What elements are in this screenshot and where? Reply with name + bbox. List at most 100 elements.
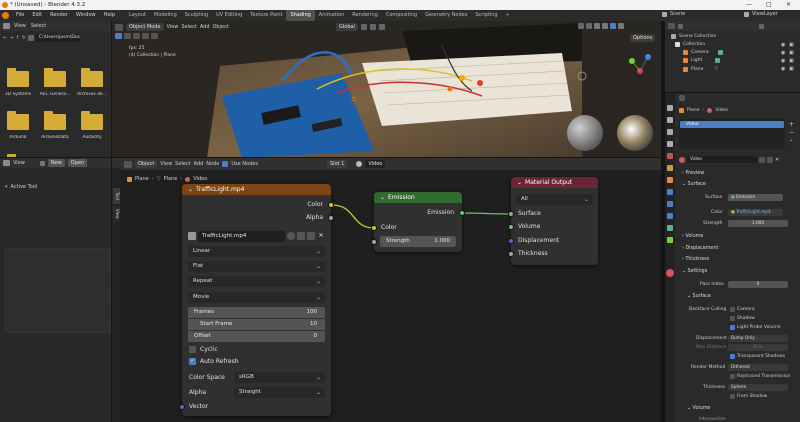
proportional-edit-icon[interactable] xyxy=(378,24,385,30)
material-browse-icon[interactable] xyxy=(679,156,685,163)
file-select-menu[interactable]: Select xyxy=(31,23,46,29)
outliner-row-plane[interactable]: Plane ▽ xyxy=(683,66,718,72)
folder-icon[interactable] xyxy=(7,68,29,87)
image-texture-node-header[interactable]: ⌄ TrafficLight.mp4 xyxy=(182,184,331,195)
editor-type-icon[interactable] xyxy=(115,23,123,31)
menu-render[interactable]: Render xyxy=(46,10,72,21)
xray-icon[interactable] xyxy=(586,23,592,29)
visibility-eye-icon[interactable]: ◉ xyxy=(781,66,785,72)
settings-section[interactable]: ⌄ Settings xyxy=(682,269,707,274)
interpolation-dropdown[interactable]: Linear ⌄ xyxy=(188,246,325,257)
tab-uv-editing[interactable]: UV Editing xyxy=(212,10,246,21)
material-tab-icon[interactable] xyxy=(666,269,674,277)
transparent-shadows-checkbox[interactable] xyxy=(730,354,735,359)
wireframe-shading-icon[interactable] xyxy=(594,23,600,29)
render-camera-icon[interactable]: ▣ xyxy=(789,42,794,48)
collapse-icon[interactable]: ⌄ xyxy=(188,184,193,195)
displacement-method-dropdown[interactable]: Bump Only xyxy=(728,335,788,342)
tab-animation[interactable]: Animation xyxy=(315,10,349,21)
volume-socket[interactable] xyxy=(508,224,514,230)
blender-menu-icon[interactable] xyxy=(2,12,9,19)
render-camera-icon[interactable]: ▣ xyxy=(789,66,794,72)
from-shadow-checkbox[interactable] xyxy=(730,394,735,399)
viewport-object-menu[interactable]: Object xyxy=(213,24,229,30)
render-tab-icon[interactable] xyxy=(667,117,673,123)
start-frame-field[interactable]: Start Frame 10 xyxy=(188,319,325,330)
add-workspace-icon[interactable]: + xyxy=(502,10,514,21)
snap-icon[interactable] xyxy=(369,24,376,30)
viewport-3d[interactable]: Object Mode View Select Add Object Globa… xyxy=(112,21,661,158)
tab-sculpting[interactable]: Sculpting xyxy=(181,10,212,21)
fake-user-icon[interactable] xyxy=(759,156,765,163)
world-tab-icon[interactable] xyxy=(667,165,673,171)
active-tool-row[interactable]: ▾ Active Tool xyxy=(5,184,37,190)
editor-type-icon[interactable] xyxy=(124,160,132,168)
viewport-view-menu[interactable]: View xyxy=(167,24,179,30)
folder-icon[interactable] xyxy=(44,111,66,130)
divider[interactable] xyxy=(0,157,661,158)
surface-socket[interactable] xyxy=(508,211,514,217)
divider[interactable] xyxy=(665,92,800,93)
output-color-socket[interactable] xyxy=(328,202,334,208)
strength-input-field[interactable]: 1.000 xyxy=(728,220,788,227)
options-dropdown[interactable]: Options xyxy=(630,34,656,42)
collapse-icon[interactable]: ▾ xyxy=(5,184,8,190)
thickness-mode-dropdown[interactable]: Sphere xyxy=(728,384,788,391)
preview-section[interactable]: › Preview xyxy=(682,171,704,176)
tab-geometry-nodes[interactable]: Geometry Nodes xyxy=(421,10,471,21)
tab-modeling[interactable]: Modeling xyxy=(150,10,181,21)
image-browse-icon[interactable] xyxy=(188,232,196,240)
color-space-dropdown[interactable]: sRGB ⌄ xyxy=(234,372,325,383)
duplicate-icon[interactable] xyxy=(297,232,305,240)
max-distance-field[interactable]: 0 m xyxy=(728,344,788,351)
emission-node[interactable]: ⌄ Emission Emission Color Strength 1.000 xyxy=(371,192,465,252)
thickness-section[interactable]: › Thickness xyxy=(682,257,709,262)
modifiers-tab-icon[interactable] xyxy=(667,189,673,195)
unlink-icon[interactable]: ✕ xyxy=(775,157,779,163)
culling-camera-checkbox[interactable] xyxy=(730,307,735,312)
material-name-field[interactable]: Video xyxy=(365,160,386,168)
menu-edit[interactable]: Edit xyxy=(28,10,46,21)
visibility-eye-icon[interactable]: ◉ xyxy=(781,42,785,48)
particles-tab-icon[interactable] xyxy=(667,201,673,207)
output-alpha-socket[interactable] xyxy=(328,215,334,221)
emission-color-socket[interactable] xyxy=(371,225,377,231)
material-slot-item[interactable]: Video xyxy=(680,121,784,128)
alpha-mode-dropdown[interactable]: Straight ⌄ xyxy=(234,387,325,398)
select-mode-icon[interactable] xyxy=(124,33,131,39)
shader-type-dropdown[interactable]: Object xyxy=(135,160,158,168)
minimize-button[interactable]: — xyxy=(746,1,752,8)
input-vector-socket[interactable] xyxy=(179,404,185,410)
transform-orientation-dropdown[interactable]: Global xyxy=(336,23,358,31)
node-editor-canvas[interactable]: Plane › ▽ Plane › Video ⌄ TrafficLight.m… xyxy=(121,170,661,422)
render-camera-icon[interactable]: ▣ xyxy=(789,58,794,64)
tab-compositing[interactable]: Compositing xyxy=(382,10,421,21)
editor-type-icon[interactable] xyxy=(668,23,675,29)
select-box-icon[interactable] xyxy=(115,33,122,39)
tab-shading[interactable]: Shading xyxy=(286,10,315,21)
folder-icon[interactable] xyxy=(44,68,66,87)
menu-help[interactable]: Help xyxy=(100,10,119,21)
data-tab-icon[interactable] xyxy=(667,237,673,243)
slot-dropdown[interactable]: Slot 1 xyxy=(327,160,348,168)
image-texture-node[interactable]: ⌄ TrafficLight.mp4 Color Alpha TrafficLi… xyxy=(179,184,334,416)
folder-icon[interactable] xyxy=(81,111,103,130)
maximize-button[interactable]: □ xyxy=(766,1,772,8)
volume-subsection[interactable]: ⌄ Volume xyxy=(687,406,710,411)
material-output-node-header[interactable]: ⌄ Material Output xyxy=(511,177,598,188)
node-view-menu[interactable]: View xyxy=(160,161,172,167)
visibility-eye-icon[interactable]: ◉ xyxy=(781,58,785,64)
emission-strength-socket[interactable] xyxy=(371,239,377,245)
outliner-row-camera[interactable]: Camera xyxy=(683,50,723,55)
surface-shader-field[interactable]: ● Emission xyxy=(728,194,783,201)
physics-tab-icon[interactable] xyxy=(667,213,673,219)
open-image-button[interactable]: Open xyxy=(67,159,88,167)
use-nodes-checkbox[interactable] xyxy=(222,161,229,167)
rendered-shading-icon[interactable] xyxy=(618,23,624,29)
parent-dir-icon[interactable]: ↑ xyxy=(15,35,19,41)
tab-scripting[interactable]: Scripting xyxy=(471,10,501,21)
tab-texture-paint[interactable]: Texture Paint xyxy=(246,10,286,21)
projection-dropdown[interactable]: Flat ⌄ xyxy=(188,261,325,272)
menu-file[interactable]: File xyxy=(12,10,28,21)
source-dropdown[interactable]: Movie ⌄ xyxy=(188,292,325,303)
